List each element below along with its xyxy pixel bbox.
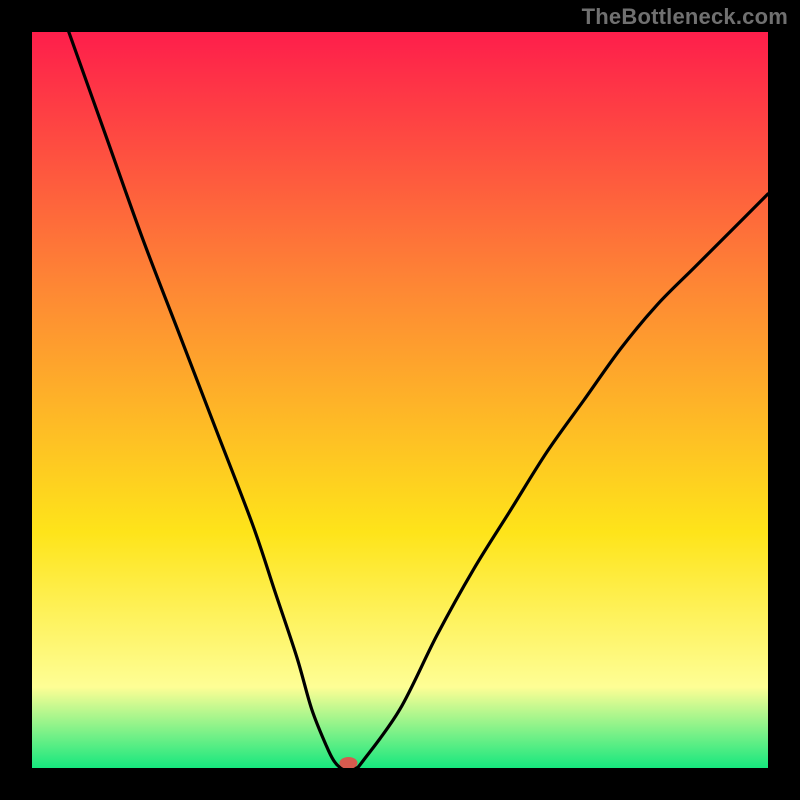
bottleneck-plot xyxy=(32,32,768,768)
gradient-background xyxy=(32,32,768,768)
chart-frame: TheBottleneck.com xyxy=(0,0,800,800)
watermark-text: TheBottleneck.com xyxy=(582,4,788,30)
plot-svg xyxy=(32,32,768,768)
